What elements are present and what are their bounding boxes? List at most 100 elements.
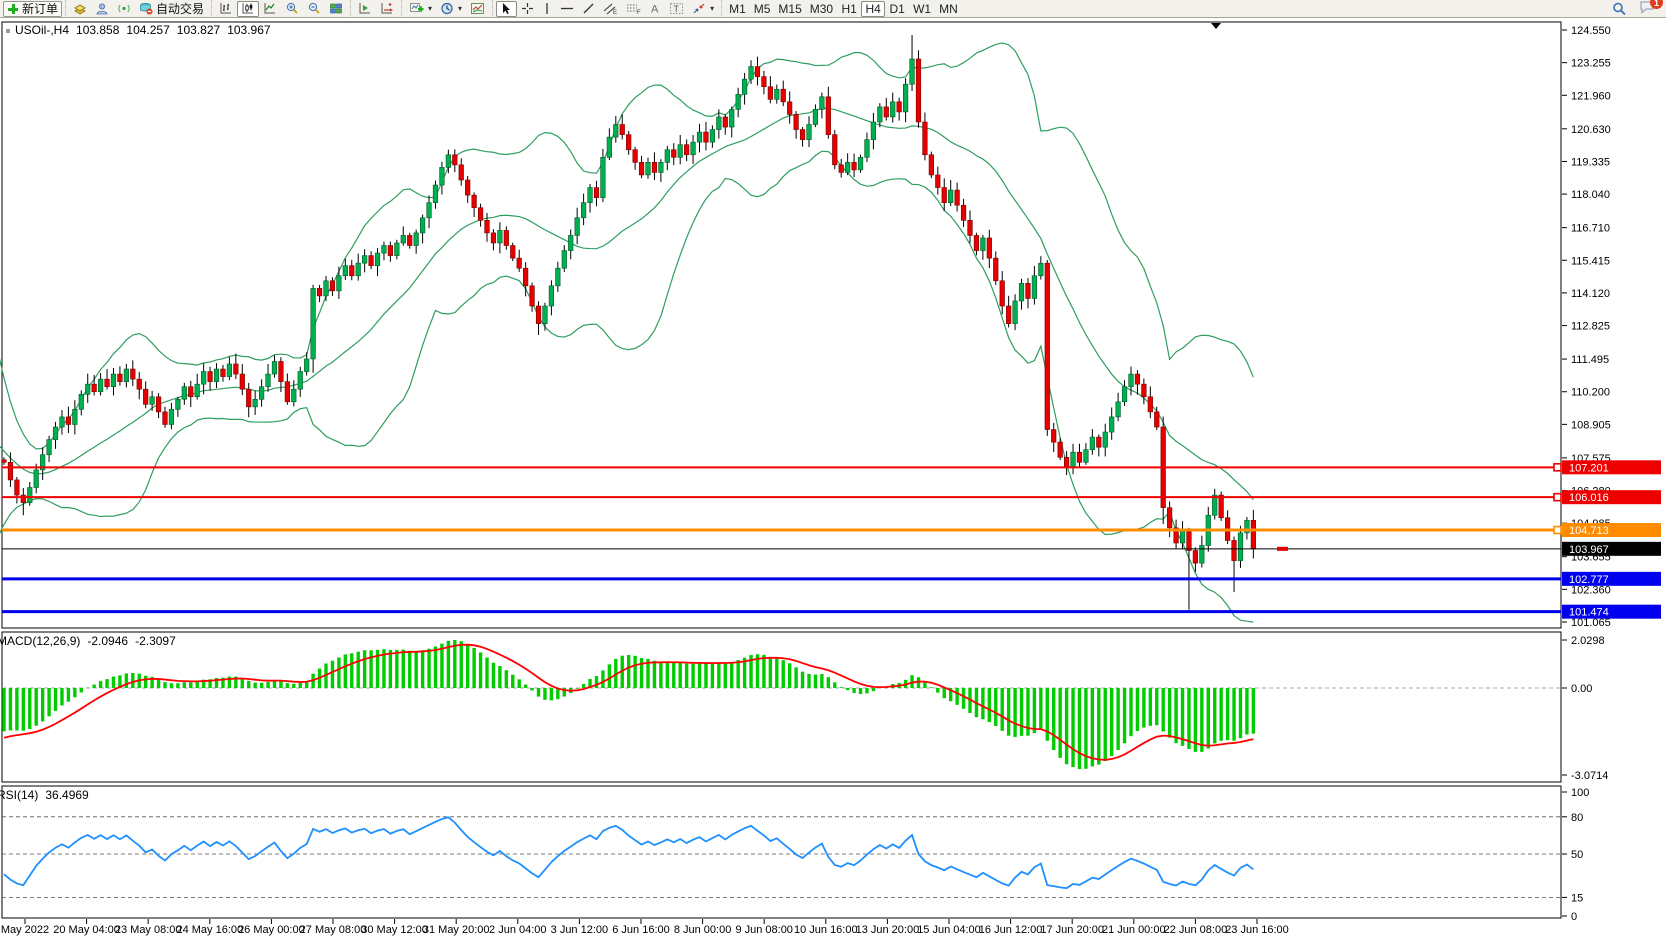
time-axis[interactable]: May 202220 May 04:0023 May 08:0024 May 1… xyxy=(1,919,1289,936)
auto-scroll-icon xyxy=(380,2,394,15)
svg-text:-3.0714: -3.0714 xyxy=(1571,770,1608,782)
bar-chart-button[interactable] xyxy=(215,1,237,17)
symbol-bullet xyxy=(6,29,10,33)
chart-shift-icon xyxy=(358,2,372,15)
tile-windows-button[interactable] xyxy=(325,1,347,17)
svg-text:0.00: 0.00 xyxy=(1571,683,1592,695)
navigator-icon xyxy=(95,2,109,15)
svg-text:121.960: 121.960 xyxy=(1571,90,1611,102)
signals-button[interactable] xyxy=(113,1,135,17)
tile-windows-icon xyxy=(329,2,343,15)
timeframe-w1-button[interactable]: W1 xyxy=(909,1,935,17)
autotrading-icon xyxy=(139,2,153,15)
svg-text:80: 80 xyxy=(1571,812,1583,824)
timeframe-m15-button[interactable]: M15 xyxy=(774,1,805,17)
text-button[interactable]: A xyxy=(645,1,665,17)
price-axis[interactable]: 124.550123.255121.960120.630119.335118.0… xyxy=(1562,25,1661,629)
periods-button[interactable]: ▾ xyxy=(436,1,466,17)
zoom-in-button[interactable] xyxy=(281,1,303,17)
line-chart-icon xyxy=(263,2,277,15)
chart-shift-button[interactable] xyxy=(354,1,376,17)
autotrading-label: 自动交易 xyxy=(156,2,204,16)
add-indicator-button[interactable]: ▾ xyxy=(405,1,436,17)
macd-label: MACD(12,26,9)-2.0946-2.3097 xyxy=(0,634,176,648)
chart-canvas[interactable]: 124.550123.255121.960120.630119.335118.0… xyxy=(0,19,1666,939)
crosshair-button[interactable] xyxy=(517,1,538,17)
cursor-button[interactable] xyxy=(496,1,517,17)
svg-text:114.120: 114.120 xyxy=(1571,288,1610,300)
fibonacci-button[interactable]: F xyxy=(622,1,645,17)
pane-backgrounds xyxy=(2,22,1561,918)
svg-text:112.825: 112.825 xyxy=(1571,321,1610,333)
toolbar-group-scroll xyxy=(350,0,401,18)
svg-text:119.335: 119.335 xyxy=(1571,156,1610,168)
new-order-button[interactable]: 新订单 xyxy=(3,1,62,17)
svg-text:31 May 20:00: 31 May 20:00 xyxy=(423,924,490,936)
text-label-button[interactable]: T xyxy=(665,1,688,17)
svg-text:T: T xyxy=(674,4,680,14)
svg-text:3 Jun 12:00: 3 Jun 12:00 xyxy=(551,924,609,936)
text-icon: A xyxy=(649,2,661,15)
candlestick-chart-icon xyxy=(241,2,255,15)
rsi-axis: 1008050150 xyxy=(1562,787,1589,923)
templates-button[interactable] xyxy=(466,1,489,17)
svg-text:2.0298: 2.0298 xyxy=(1571,635,1605,647)
svg-text:15: 15 xyxy=(1571,892,1583,904)
candlestick-chart-button[interactable] xyxy=(237,1,259,17)
svg-text:22 Jun 08:00: 22 Jun 08:00 xyxy=(1164,924,1228,936)
autotrading-button[interactable]: 自动交易 xyxy=(135,1,208,17)
svg-text:123.255: 123.255 xyxy=(1571,58,1611,70)
svg-text:50: 50 xyxy=(1571,849,1583,861)
toolbar-group-charttype xyxy=(211,0,350,18)
timeframe-mn-button[interactable]: MN xyxy=(935,1,962,17)
chat-button[interactable]: 1 xyxy=(1639,0,1656,17)
toolbar-group-panels: 自动交易 xyxy=(65,0,211,18)
svg-text:106.016: 106.016 xyxy=(1569,492,1609,504)
signals-icon xyxy=(117,2,131,15)
fibonacci-icon: F xyxy=(626,2,641,15)
auto-scroll-button[interactable] xyxy=(376,1,398,17)
timeframe-m30-button[interactable]: M30 xyxy=(806,1,837,17)
svg-text:9 Jun 08:00: 9 Jun 08:00 xyxy=(735,924,793,936)
svg-text:101.474: 101.474 xyxy=(1569,607,1609,619)
timeframe-toolbar: M1 M5 M15 M30 H1 H4 D1 W1 MN xyxy=(721,0,965,18)
equidistant-channel-button[interactable]: E xyxy=(599,1,622,17)
timeframe-m1-button[interactable]: M1 xyxy=(725,1,750,17)
horizontal-line-icon xyxy=(560,2,574,15)
timeframe-h1-button[interactable]: H1 xyxy=(837,1,861,17)
timeframe-h4-button[interactable]: H4 xyxy=(861,1,885,17)
timeframe-d1-button[interactable]: D1 xyxy=(885,1,909,17)
ohlc-open: 103.858 xyxy=(76,23,119,37)
trendline-button[interactable] xyxy=(578,1,599,17)
ohlc-high: 104.257 xyxy=(126,23,169,37)
chart-window[interactable]: 124.550123.255121.960120.630119.335118.0… xyxy=(0,19,1666,939)
new-order-label: 新订单 xyxy=(22,2,58,16)
timeframe-m5-button[interactable]: M5 xyxy=(750,1,775,17)
svg-text:2 Jun 04:00: 2 Jun 04:00 xyxy=(489,924,547,936)
svg-text:101.065: 101.065 xyxy=(1571,617,1611,629)
search-button[interactable] xyxy=(1608,1,1631,17)
last-price-dash xyxy=(1277,547,1288,551)
svg-text:23 May 08:00: 23 May 08:00 xyxy=(115,924,182,936)
navigator-button[interactable] xyxy=(91,1,113,17)
arrows-button[interactable]: ▾ xyxy=(688,1,718,17)
svg-text:13 Jun 20:00: 13 Jun 20:00 xyxy=(856,924,920,936)
market-watch-button[interactable] xyxy=(69,1,91,17)
rsi-value: 36.4969 xyxy=(45,788,88,802)
line-chart-button[interactable] xyxy=(259,1,281,17)
search-icon xyxy=(1612,2,1627,16)
clock-icon xyxy=(440,2,454,15)
svg-text:6 Jun 16:00: 6 Jun 16:00 xyxy=(612,924,670,936)
svg-text:124.550: 124.550 xyxy=(1571,25,1611,37)
zoom-out-button[interactable] xyxy=(303,1,325,17)
svg-text:107.201: 107.201 xyxy=(1569,462,1609,474)
horizontal-line-button[interactable] xyxy=(556,1,578,17)
svg-text:120.630: 120.630 xyxy=(1571,124,1611,136)
channel-icon: E xyxy=(603,2,618,15)
macd-signal-value: -2.3097 xyxy=(135,634,176,648)
svg-text:115.415: 115.415 xyxy=(1571,255,1610,267)
svg-text:15 Jun 04:00: 15 Jun 04:00 xyxy=(917,924,981,936)
vertical-line-button[interactable] xyxy=(538,1,556,17)
chart-title: USOil-,H4103.858104.257103.827103.967 xyxy=(6,23,271,37)
cursor-icon xyxy=(500,2,513,15)
